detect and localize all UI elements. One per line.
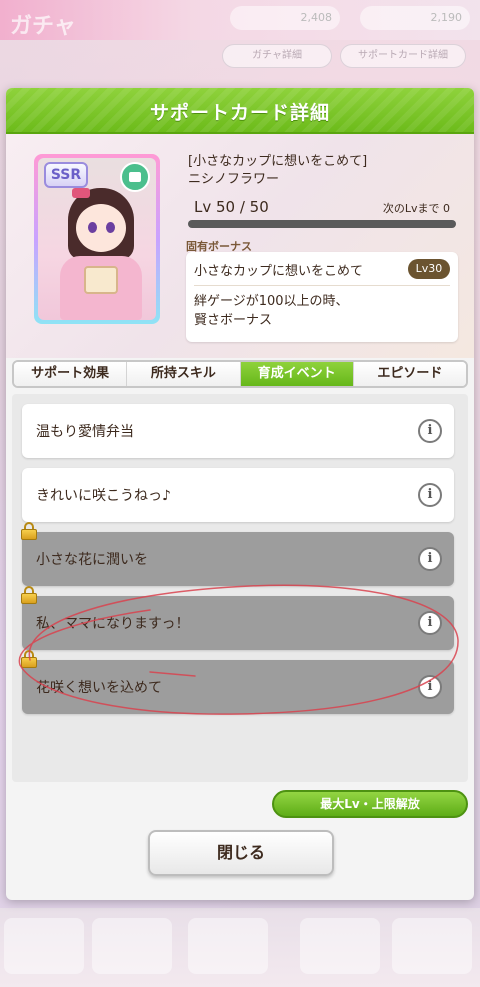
event-label: 私、ママになりますっ！: [36, 616, 190, 632]
support-card-image[interactable]: SSR: [34, 154, 160, 324]
background-nav-item: [188, 918, 268, 974]
event-row[interactable]: 温もり愛情弁当 i: [22, 404, 454, 458]
ssr-rarity-badge: SSR: [44, 162, 88, 188]
background-pill-card-detail: サポートカード詳細: [340, 44, 466, 68]
event-row-locked[interactable]: 花咲く想いを込めて i: [21, 650, 454, 714]
card-character-name: ニシノフラワー: [188, 172, 280, 187]
tab-training-events[interactable]: 育成イベント: [240, 362, 354, 386]
dialog-title: サポートカード詳細: [149, 102, 330, 124]
background-nav-item: [92, 918, 172, 974]
card-info-panel: SSR [小さなカップに想いをこめて] ニシノフラワー Lv 50 / 50 次…: [6, 134, 474, 358]
card-artwork: SSR: [38, 158, 156, 320]
lock-icon: [20, 586, 38, 604]
training-event-list[interactable]: 温もり愛情弁当 i きれいに咲こうねっ♪ i 小さな花に潤いを i 私、ママにな…: [12, 394, 468, 782]
dialog-header: サポートカード詳細: [6, 88, 474, 134]
background-pill-gacha-detail: ガチャ詳細: [222, 44, 332, 68]
character-eye: [106, 222, 115, 233]
event-row-locked[interactable]: 小さな花に潤いを i: [21, 522, 454, 586]
unique-bonus-level-badge: Lv30: [408, 259, 450, 279]
background-counter-2: 2,190: [360, 6, 470, 30]
level-progress-bar: [188, 220, 456, 228]
event-label: 小さな花に潤いを: [36, 552, 148, 568]
level-label: Lv 50 / 50: [194, 198, 269, 216]
background-nav-item: [300, 918, 380, 974]
lock-icon: [20, 650, 38, 668]
lock-icon: [20, 522, 38, 540]
character-eye: [88, 222, 97, 233]
event-row-locked[interactable]: 私、ママになりますっ！ i: [21, 586, 454, 650]
info-icon[interactable]: i: [418, 419, 442, 443]
background-nav-item: [4, 918, 84, 974]
background-title: ガチャ: [10, 14, 76, 39]
tab-episode[interactable]: エピソード: [353, 362, 466, 386]
event-row[interactable]: きれいに咲こうねっ♪ i: [22, 468, 454, 522]
tab-owned-skills[interactable]: 所持スキル: [127, 362, 241, 386]
detail-tabs: サポート効果 所持スキル 育成イベント エピソード: [12, 360, 468, 388]
close-button[interactable]: 閉じる: [148, 830, 334, 876]
info-icon[interactable]: i: [418, 547, 442, 571]
level-progress-fill: [188, 220, 456, 228]
info-icon[interactable]: i: [418, 675, 442, 699]
event-label: きれいに咲こうねっ♪: [36, 488, 171, 504]
level-row: Lv 50 / 50 次のLvまで 0: [186, 194, 458, 220]
info-icon[interactable]: i: [418, 483, 442, 507]
support-card-detail-dialog: サポートカード詳細 SSR [小さなカップに想いをこめて] ニシノフラワー Lv…: [6, 88, 474, 900]
unique-bonus-box: 小さなカップに想いをこめて Lv30 絆ゲージが100以上の時、 賢さボーナス: [186, 252, 458, 342]
character-face: [76, 204, 126, 252]
next-level-label: 次のLvまで 0: [382, 202, 450, 215]
background-nav-item: [392, 918, 472, 974]
max-level-limit-break-button[interactable]: 最大Lv・上限解放: [272, 790, 468, 818]
character-cup: [84, 266, 118, 294]
divider: [194, 285, 450, 286]
event-label: 温もり愛情弁当: [36, 424, 134, 440]
tab-support-effect[interactable]: サポート効果: [14, 362, 128, 386]
unique-bonus-name: 小さなカップに想いをこめて: [194, 264, 364, 279]
event-label: 花咲く想いを込めて: [36, 680, 162, 696]
info-icon[interactable]: i: [418, 611, 442, 635]
background-counter-1: 2,408: [230, 6, 340, 30]
character-hair-bow: [72, 188, 90, 198]
wisdom-type-icon: [120, 162, 150, 192]
unique-bonus-description: 絆ゲージが100以上の時、 賢さボーナス: [194, 294, 349, 328]
card-title: [小さなカップに想いをこめて]: [188, 154, 368, 169]
